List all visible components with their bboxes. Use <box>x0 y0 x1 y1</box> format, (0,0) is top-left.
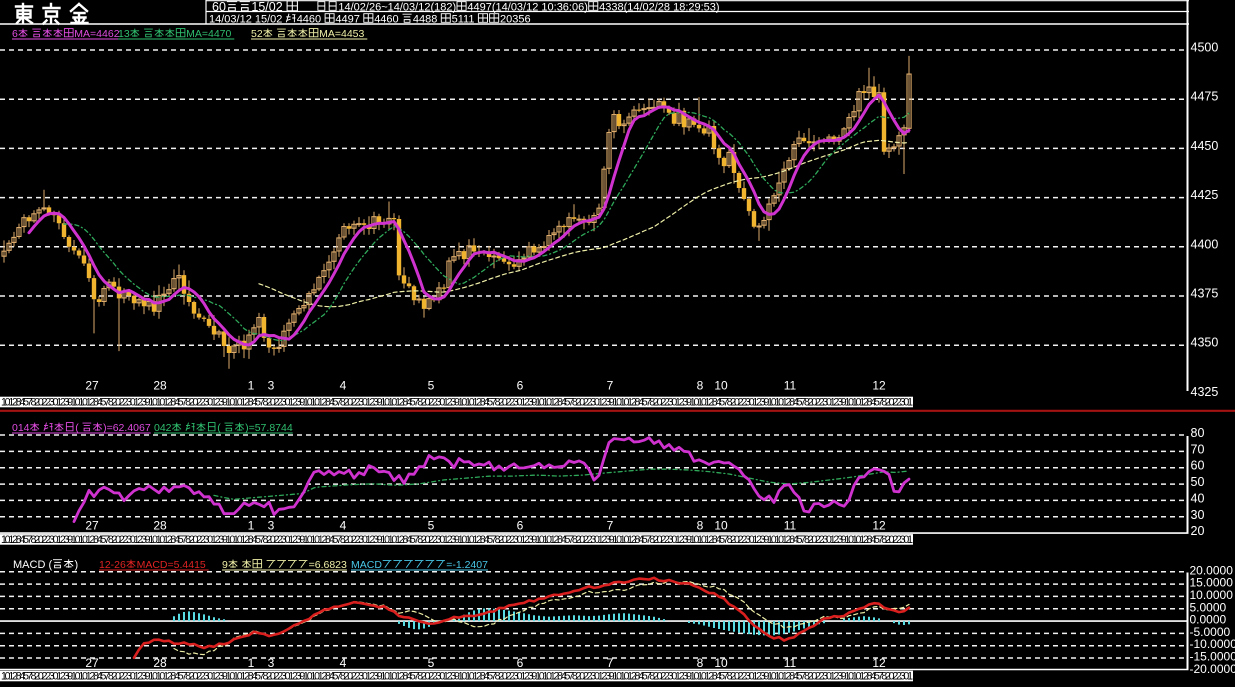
svg-text:-20.0000: -20.0000 <box>1190 662 1235 676</box>
svg-text:11: 11 <box>784 519 797 533</box>
svg-text:4497(14/03/12 10:36:06): 4497(14/03/12 10:36:06) <box>467 2 588 14</box>
svg-text:014: 014 <box>12 422 30 434</box>
svg-text:70: 70 <box>1191 442 1205 456</box>
svg-text:4488: 4488 <box>413 14 437 26</box>
svg-text:60: 60 <box>1191 459 1205 473</box>
svg-text:12-26: 12-26 <box>99 559 126 571</box>
svg-text:4425: 4425 <box>1191 188 1219 202</box>
svg-text:1: 1 <box>248 519 255 533</box>
svg-text:7: 7 <box>607 379 614 393</box>
svg-text:4450: 4450 <box>1191 139 1219 153</box>
svg-text:27: 27 <box>85 519 99 533</box>
svg-text:80: 80 <box>1191 426 1205 440</box>
svg-text:4475: 4475 <box>1191 90 1219 104</box>
svg-text:4460: 4460 <box>297 14 321 26</box>
svg-text:6: 6 <box>517 379 524 393</box>
svg-text:3: 3 <box>268 519 275 533</box>
svg-text:14/03/12 15/02: 14/03/12 15/02 <box>209 14 282 26</box>
svg-text:6: 6 <box>12 28 18 40</box>
svg-text:10: 10 <box>714 519 728 533</box>
svg-text:MACD (: MACD ( <box>13 559 52 571</box>
svg-text:)=57.8744: )=57.8744 <box>245 422 293 434</box>
svg-text:60: 60 <box>212 0 226 14</box>
svg-text:12: 12 <box>872 379 886 393</box>
svg-text:9: 9 <box>222 559 228 571</box>
svg-text:5111: 5111 <box>452 14 475 26</box>
svg-text:12: 12 <box>872 519 886 533</box>
svg-text:4460: 4460 <box>374 14 398 26</box>
svg-text:MACD: MACD <box>351 559 382 571</box>
svg-text:4: 4 <box>340 519 347 533</box>
svg-text:27: 27 <box>85 379 99 393</box>
svg-text:4400: 4400 <box>1191 237 1219 251</box>
svg-text:20356: 20356 <box>500 14 531 26</box>
svg-text:52: 52 <box>251 28 263 40</box>
svg-text:4338(14/02/28 18:29:53): 4338(14/02/28 18:29:53) <box>599 2 720 14</box>
svg-text:20: 20 <box>1191 524 1205 538</box>
svg-text:)=62.4067: )=62.4067 <box>103 422 151 434</box>
svg-text:MA=4453: MA=4453 <box>319 28 364 40</box>
svg-text:7: 7 <box>607 519 614 533</box>
svg-text:40: 40 <box>1191 491 1205 505</box>
svg-text:101284578202230123910101284578: 1012845782022301239101012845782022301239… <box>1 397 913 409</box>
svg-text:(: ( <box>217 422 221 434</box>
svg-text:4350: 4350 <box>1191 336 1219 350</box>
svg-text:5: 5 <box>428 519 435 533</box>
svg-text:14/02/26~14/03/12(182): 14/02/26~14/03/12(182) <box>338 2 456 14</box>
svg-text:28: 28 <box>153 379 167 393</box>
svg-text:11: 11 <box>784 379 797 393</box>
svg-text:=-1.2407: =-1.2407 <box>446 559 488 571</box>
svg-text:4325: 4325 <box>1191 385 1219 399</box>
svg-text:28: 28 <box>153 519 167 533</box>
svg-text:30: 30 <box>1191 508 1205 522</box>
svg-text:6: 6 <box>517 519 524 533</box>
svg-text:MACD=5.4415: MACD=5.4415 <box>137 559 206 571</box>
svg-text:4: 4 <box>340 379 347 393</box>
svg-text:3: 3 <box>268 379 275 393</box>
svg-text:042: 042 <box>154 422 172 434</box>
svg-text:5: 5 <box>428 379 435 393</box>
svg-text:1: 1 <box>248 379 255 393</box>
svg-text:4375: 4375 <box>1191 287 1219 301</box>
svg-text:15/02: 15/02 <box>251 0 282 14</box>
svg-text:4497: 4497 <box>335 14 359 26</box>
svg-text:=6.6823: =6.6823 <box>309 559 347 571</box>
svg-text:101284578202230123910101284578: 1012845782022301239101012845782022301239… <box>1 671 913 682</box>
svg-text:): ) <box>75 559 79 571</box>
svg-text:50: 50 <box>1191 475 1205 489</box>
svg-text:8: 8 <box>697 519 704 533</box>
svg-text:MA=4462: MA=4462 <box>74 28 119 40</box>
svg-text:10: 10 <box>714 379 728 393</box>
svg-text:101284578202230123910101284578: 1012845782022301239101012845782022301239… <box>1 534 913 546</box>
svg-text:8: 8 <box>697 379 704 393</box>
svg-text:13: 13 <box>118 28 130 40</box>
svg-text:MA=4470: MA=4470 <box>186 28 231 40</box>
svg-text:(: ( <box>75 422 79 434</box>
svg-text:4500: 4500 <box>1191 41 1219 55</box>
